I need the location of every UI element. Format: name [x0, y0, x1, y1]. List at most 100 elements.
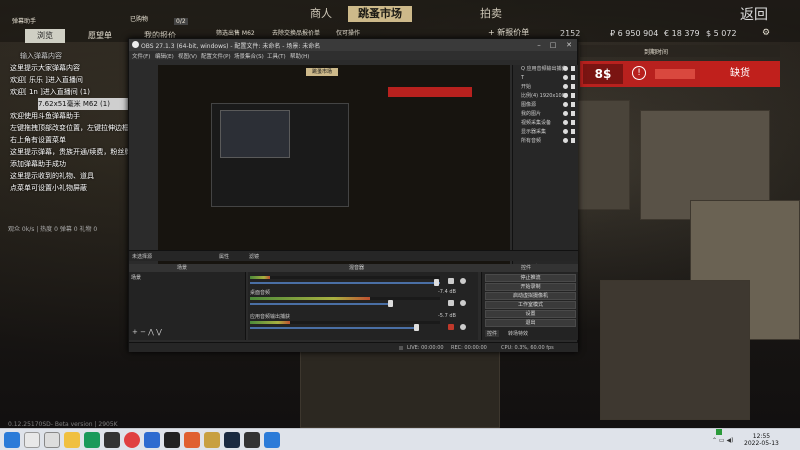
preview-nested-capture	[211, 103, 349, 207]
eye-icon	[563, 111, 568, 116]
tray-icons[interactable]: ⌃ ▭ ◀)	[712, 437, 733, 444]
studio-mode-button[interactable]: 工作室模式	[485, 301, 576, 309]
audio-mixer: 桌面音频 -7.4 dB 应用音频输出捕获 -5.7 dB	[248, 272, 478, 340]
source-item[interactable]: 视频采集设备	[513, 119, 578, 128]
speaker-muted-icon[interactable]	[448, 324, 454, 330]
lock-icon	[571, 93, 575, 98]
file-explorer-icon[interactable]	[64, 432, 80, 448]
obs-window[interactable]: OBS 27.1.3 (64-bit, windows) - 配置文件: 未命名…	[128, 38, 578, 352]
volume-meter-level	[250, 321, 290, 324]
source-item[interactable]: Q 应用音频输出捕获	[513, 65, 578, 74]
tab-transitions[interactable]: 转场特效	[508, 330, 528, 337]
tab-controls[interactable]: 控件	[485, 330, 500, 337]
scenes-header: 场景	[177, 265, 188, 271]
source-item[interactable]: 开始	[513, 83, 578, 92]
add-offer-button[interactable]: + 新报价单	[488, 27, 529, 38]
currency-dollars: $ 5 072	[706, 29, 737, 38]
start-icon[interactable]	[4, 432, 20, 448]
filters-button[interactable]: 滤镜	[249, 253, 259, 260]
start-recording-button[interactable]: 开始录制	[485, 283, 576, 291]
scene-item[interactable]: 场景	[131, 274, 141, 281]
steam-icon[interactable]	[224, 432, 240, 448]
stop-streaming-button[interactable]: 停止推流	[485, 274, 576, 282]
maximize-icon[interactable]: □	[547, 40, 559, 50]
gear-icon[interactable]	[460, 278, 466, 284]
obs-window-title: OBS 27.1.3 (64-bit, windows) - 配置文件: 未命名…	[141, 43, 321, 50]
menu-tools[interactable]: 工具(T)	[267, 52, 286, 60]
scene-toolbar[interactable]: + − ⋀ ⋁	[132, 328, 162, 336]
obs-titlebar[interactable]: OBS 27.1.3 (64-bit, windows) - 配置文件: 未命名…	[129, 39, 577, 51]
out-of-stock-button[interactable]: 缺货	[700, 61, 780, 87]
gear-icon[interactable]	[460, 324, 466, 330]
source-item[interactable]: 我的图片	[513, 110, 578, 119]
source-item[interactable]: 所有音频	[513, 137, 578, 146]
counter-badge: 0/2	[174, 18, 188, 25]
source-item[interactable]: 显示器采集	[513, 128, 578, 137]
volume-slider-knob[interactable]	[414, 324, 419, 331]
app-icon[interactable]	[264, 432, 280, 448]
menu-help[interactable]: 帮助(H)	[290, 52, 309, 60]
settings-button[interactable]: 设置	[485, 310, 576, 318]
close-icon[interactable]: ✕	[563, 40, 575, 50]
menu-edit[interactable]: 编辑(E)	[155, 52, 174, 60]
eye-icon	[563, 129, 568, 134]
tab-auction[interactable]: 拍卖	[470, 6, 512, 22]
tray-indicator-icon	[716, 429, 722, 435]
menu-file[interactable]: 文件(F)	[132, 52, 150, 60]
menu-profile[interactable]: 配置文件(P)	[201, 52, 231, 60]
app-icon[interactable]	[104, 432, 120, 448]
danmaku-stats: 观众 0k/s | 热度 0 弹幕 0 礼物 0	[8, 226, 98, 233]
filter-label[interactable]: 去除交换品报价单	[272, 28, 320, 37]
crate	[600, 280, 750, 420]
app-icon[interactable]	[184, 432, 200, 448]
source-item[interactable]: 图像源	[513, 101, 578, 110]
live-time: LIVE: 00:00:00	[407, 345, 444, 351]
track-name: 桌面音频	[250, 290, 271, 296]
minimize-icon[interactable]: –	[533, 40, 545, 50]
lock-icon	[571, 111, 575, 116]
back-button[interactable]: 返回	[740, 4, 768, 24]
volume-slider[interactable]	[250, 327, 416, 329]
lock-icon	[571, 129, 575, 134]
task-view-icon[interactable]	[44, 432, 60, 448]
tab-wishlist[interactable]: 愿望单	[88, 30, 112, 41]
gear-icon[interactable]: ⚙	[762, 28, 770, 38]
menu-view[interactable]: 视图(V)	[178, 52, 197, 60]
chrome-icon[interactable]	[124, 432, 140, 448]
volume-slider[interactable]	[250, 282, 440, 284]
taskbar-clock[interactable]: 12:55 2022-05-13	[744, 433, 779, 447]
expiry-column: 到期时间	[644, 49, 669, 56]
volume-slider-knob[interactable]	[434, 279, 439, 286]
source-item[interactable]: T	[513, 74, 578, 83]
controls-panel: 停止推流 开始录制 启动虚拟摄像机 工作室模式 设置 退出 控件 转场特效	[481, 272, 578, 340]
exit-button[interactable]: 退出	[485, 319, 576, 327]
app-icon[interactable]	[244, 432, 260, 448]
obs-menubar: 文件(F) 编辑(E) 视图(V) 配置文件(P) 场景集合(S) 工具(T) …	[129, 51, 577, 60]
obs-taskbar-icon[interactable]	[164, 432, 180, 448]
tab-flea-market[interactable]: 跳蚤市场	[348, 6, 412, 22]
filter-label[interactable]: 筛选出售 M62	[216, 28, 255, 37]
tab-browse[interactable]: 浏览	[25, 29, 65, 43]
source-item[interactable]: 比例(4) 1920x1080	[513, 92, 578, 101]
obs-preview[interactable]: 跳蚤市场	[158, 65, 510, 271]
game-icon[interactable]	[204, 432, 220, 448]
properties-button[interactable]: 属性	[219, 253, 229, 260]
volume-slider[interactable]	[250, 303, 390, 305]
speaker-icon[interactable]	[448, 278, 454, 284]
speaker-icon[interactable]	[448, 300, 454, 306]
no-source-label: 未选择源	[132, 254, 153, 260]
source-props-bar: 未选择源 属性 滤镜	[129, 250, 578, 261]
app-icon[interactable]	[144, 432, 160, 448]
lock-icon	[571, 120, 575, 125]
eye-icon	[563, 120, 568, 125]
tab-traders[interactable]: 商人	[300, 6, 342, 22]
gear-icon[interactable]	[460, 300, 466, 306]
edge-browser-icon[interactable]	[84, 432, 100, 448]
volume-slider-knob[interactable]	[388, 300, 393, 307]
rec-time: REC: 00:00:00	[451, 345, 487, 351]
filter-label[interactable]: 仅可操作	[336, 28, 360, 37]
lock-icon	[571, 84, 575, 89]
start-virtual-camera-button[interactable]: 启动虚拟摄像机	[485, 292, 576, 300]
search-icon[interactable]	[24, 432, 40, 448]
menu-scene-collection[interactable]: 场景集合(S)	[234, 52, 264, 60]
